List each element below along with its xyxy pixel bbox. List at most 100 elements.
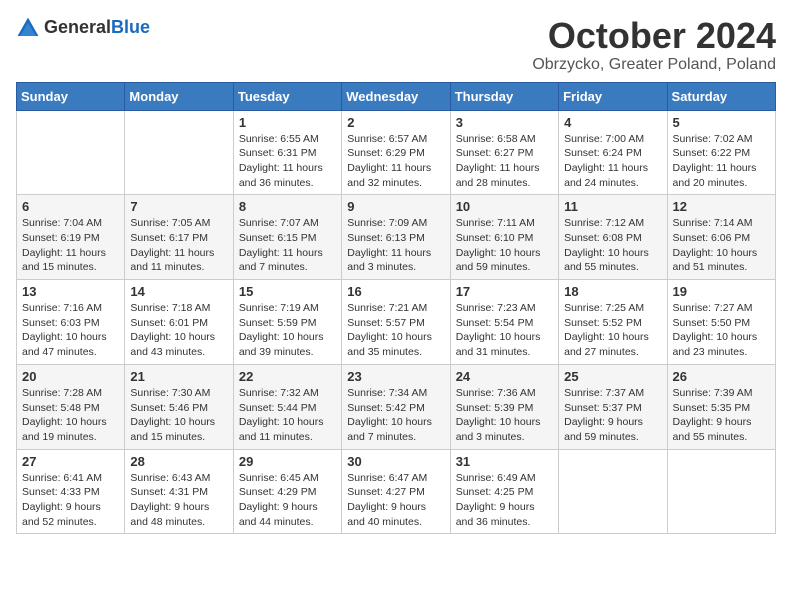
day-number: 30 xyxy=(347,454,444,469)
day-number: 3 xyxy=(456,115,553,130)
day-info: Sunrise: 6:57 AMSunset: 6:29 PMDaylight:… xyxy=(347,132,444,191)
day-number: 18 xyxy=(564,284,661,299)
day-number: 13 xyxy=(22,284,119,299)
logo-icon xyxy=(16,16,40,40)
calendar-day-cell: 12 Sunrise: 7:14 AMSunset: 6:06 PMDayligh… xyxy=(667,195,775,280)
day-info: Sunrise: 7:11 AMSunset: 6:10 PMDaylight:… xyxy=(456,216,553,275)
day-info: Sunrise: 7:19 AMSunset: 5:59 PMDaylight:… xyxy=(239,301,336,360)
calendar-day-cell: 21 Sunrise: 7:30 AMSunset: 5:46 PMDayligh… xyxy=(125,364,233,449)
day-info: Sunrise: 7:04 AMSunset: 6:19 PMDaylight:… xyxy=(22,216,119,275)
title-area: October 2024 Obrzycko, Greater Poland, P… xyxy=(532,16,776,74)
day-info: Sunrise: 7:30 AMSunset: 5:46 PMDaylight:… xyxy=(130,386,227,445)
day-number: 20 xyxy=(22,369,119,384)
day-number: 28 xyxy=(130,454,227,469)
day-number: 10 xyxy=(456,199,553,214)
day-info: Sunrise: 7:05 AMSunset: 6:17 PMDaylight:… xyxy=(130,216,227,275)
calendar-day-cell: 7 Sunrise: 7:05 AMSunset: 6:17 PMDaylight… xyxy=(125,195,233,280)
calendar-day-cell: 9Sunrise: 7:09 AMSunset: 6:13 PMDaylight… xyxy=(342,195,450,280)
day-info: Sunrise: 7:37 AMSunset: 5:37 PMDaylight:… xyxy=(564,386,661,445)
calendar-header-cell: Sunday xyxy=(17,82,125,110)
day-number: 21 xyxy=(130,369,227,384)
day-number: 19 xyxy=(673,284,770,299)
calendar-header-cell: Monday xyxy=(125,82,233,110)
day-info: Sunrise: 6:43 AMSunset: 4:31 PMDaylight:… xyxy=(130,471,227,530)
calendar-day-cell: 24Sunrise: 7:36 AMSunset: 5:39 PMDayligh… xyxy=(450,364,558,449)
day-info: Sunrise: 7:39 AMSunset: 5:35 PMDaylight:… xyxy=(673,386,770,445)
day-info: Sunrise: 7:14 AMSunset: 6:06 PMDaylight:… xyxy=(673,216,770,275)
day-info: Sunrise: 6:49 AMSunset: 4:25 PMDaylight:… xyxy=(456,471,553,530)
calendar-day-cell: 2 Sunrise: 6:57 AMSunset: 6:29 PMDaylight… xyxy=(342,110,450,195)
calendar-day-cell: 13Sunrise: 7:16 AMSunset: 6:03 PMDayligh… xyxy=(17,280,125,365)
calendar-day-cell: 4Sunrise: 7:00 AMSunset: 6:24 PMDaylight… xyxy=(559,110,667,195)
calendar-day-cell xyxy=(17,110,125,195)
calendar-day-cell: 19Sunrise: 7:27 AMSunset: 5:50 PMDayligh… xyxy=(667,280,775,365)
calendar-day-cell: 8Sunrise: 7:07 AMSunset: 6:15 PMDaylight… xyxy=(233,195,341,280)
day-info: Sunrise: 7:12 AMSunset: 6:08 PMDaylight:… xyxy=(564,216,661,275)
day-info: Sunrise: 6:41 AMSunset: 4:33 PMDaylight:… xyxy=(22,471,119,530)
day-number: 25 xyxy=(564,369,661,384)
day-number: 31 xyxy=(456,454,553,469)
day-info: Sunrise: 6:58 AMSunset: 6:27 PMDaylight:… xyxy=(456,132,553,191)
logo-blue: Blue xyxy=(111,17,150,37)
day-info: Sunrise: 7:32 AMSunset: 5:44 PMDaylight:… xyxy=(239,386,336,445)
calendar-header-cell: Wednesday xyxy=(342,82,450,110)
calendar-day-cell xyxy=(667,449,775,534)
calendar-day-cell: 1 Sunrise: 6:55 AMSunset: 6:31 PMDaylight… xyxy=(233,110,341,195)
day-info: Sunrise: 7:25 AMSunset: 5:52 PMDaylight:… xyxy=(564,301,661,360)
header: GeneralBlue October 2024 Obrzycko, Great… xyxy=(16,16,776,74)
calendar-day-cell: 3 Sunrise: 6:58 AMSunset: 6:27 PMDaylight… xyxy=(450,110,558,195)
calendar-week-row: 6 Sunrise: 7:04 AMSunset: 6:19 PMDaylight… xyxy=(17,195,776,280)
calendar-header-cell: Thursday xyxy=(450,82,558,110)
day-number: 5 xyxy=(673,115,770,130)
calendar-header-cell: Tuesday xyxy=(233,82,341,110)
calendar-day-cell: 5 Sunrise: 7:02 AMSunset: 6:22 PMDaylight… xyxy=(667,110,775,195)
day-number: 9 xyxy=(347,199,444,214)
calendar-day-cell: 23Sunrise: 7:34 AMSunset: 5:42 PMDayligh… xyxy=(342,364,450,449)
calendar-day-cell: 11 Sunrise: 7:12 AMSunset: 6:08 PMDayligh… xyxy=(559,195,667,280)
day-number: 22 xyxy=(239,369,336,384)
day-number: 2 xyxy=(347,115,444,130)
logo: GeneralBlue xyxy=(16,16,150,40)
day-info: Sunrise: 7:34 AMSunset: 5:42 PMDaylight:… xyxy=(347,386,444,445)
calendar-table: SundayMondayTuesdayWednesdayThursdayFrid… xyxy=(16,82,776,535)
calendar-week-row: 13Sunrise: 7:16 AMSunset: 6:03 PMDayligh… xyxy=(17,280,776,365)
logo-general: General xyxy=(44,17,111,37)
day-info: Sunrise: 7:18 AMSunset: 6:01 PMDaylight:… xyxy=(130,301,227,360)
day-number: 26 xyxy=(673,369,770,384)
calendar-header-row: SundayMondayTuesdayWednesdayThursdayFrid… xyxy=(17,82,776,110)
day-number: 11 xyxy=(564,199,661,214)
day-info: Sunrise: 6:47 AMSunset: 4:27 PMDaylight:… xyxy=(347,471,444,530)
calendar-day-cell: 17 Sunrise: 7:23 AMSunset: 5:54 PMDayligh… xyxy=(450,280,558,365)
day-number: 16 xyxy=(347,284,444,299)
calendar-day-cell: 18 Sunrise: 7:25 AMSunset: 5:52 PMDayligh… xyxy=(559,280,667,365)
day-number: 1 xyxy=(239,115,336,130)
calendar-week-row: 1 Sunrise: 6:55 AMSunset: 6:31 PMDaylight… xyxy=(17,110,776,195)
day-number: 14 xyxy=(130,284,227,299)
day-info: Sunrise: 7:02 AMSunset: 6:22 PMDaylight:… xyxy=(673,132,770,191)
calendar-day-cell: 6 Sunrise: 7:04 AMSunset: 6:19 PMDaylight… xyxy=(17,195,125,280)
day-number: 6 xyxy=(22,199,119,214)
day-number: 15 xyxy=(239,284,336,299)
calendar-header-cell: Saturday xyxy=(667,82,775,110)
day-info: Sunrise: 7:23 AMSunset: 5:54 PMDaylight:… xyxy=(456,301,553,360)
day-info: Sunrise: 7:36 AMSunset: 5:39 PMDaylight:… xyxy=(456,386,553,445)
calendar-day-cell: 10 Sunrise: 7:11 AMSunset: 6:10 PMDayligh… xyxy=(450,195,558,280)
calendar-day-cell: 16Sunrise: 7:21 AMSunset: 5:57 PMDayligh… xyxy=(342,280,450,365)
day-info: Sunrise: 6:45 AMSunset: 4:29 PMDaylight:… xyxy=(239,471,336,530)
day-number: 29 xyxy=(239,454,336,469)
calendar-day-cell xyxy=(125,110,233,195)
day-info: Sunrise: 7:28 AMSunset: 5:48 PMDaylight:… xyxy=(22,386,119,445)
calendar-day-cell: 28 Sunrise: 6:43 AMSunset: 4:31 PMDayligh… xyxy=(125,449,233,534)
calendar-week-row: 20 Sunrise: 7:28 AMSunset: 5:48 PMDayligh… xyxy=(17,364,776,449)
location-title: Obrzycko, Greater Poland, Poland xyxy=(532,56,776,74)
calendar-day-cell: 26 Sunrise: 7:39 AMSunset: 5:35 PMDayligh… xyxy=(667,364,775,449)
calendar-day-cell xyxy=(559,449,667,534)
day-number: 27 xyxy=(22,454,119,469)
day-number: 7 xyxy=(130,199,227,214)
day-number: 17 xyxy=(456,284,553,299)
calendar-day-cell: 20 Sunrise: 7:28 AMSunset: 5:48 PMDayligh… xyxy=(17,364,125,449)
day-info: Sunrise: 6:55 AMSunset: 6:31 PMDaylight:… xyxy=(239,132,336,191)
calendar-day-cell: 14 Sunrise: 7:18 AMSunset: 6:01 PMDayligh… xyxy=(125,280,233,365)
day-number: 12 xyxy=(673,199,770,214)
calendar-day-cell: 15 Sunrise: 7:19 AMSunset: 5:59 PMDayligh… xyxy=(233,280,341,365)
